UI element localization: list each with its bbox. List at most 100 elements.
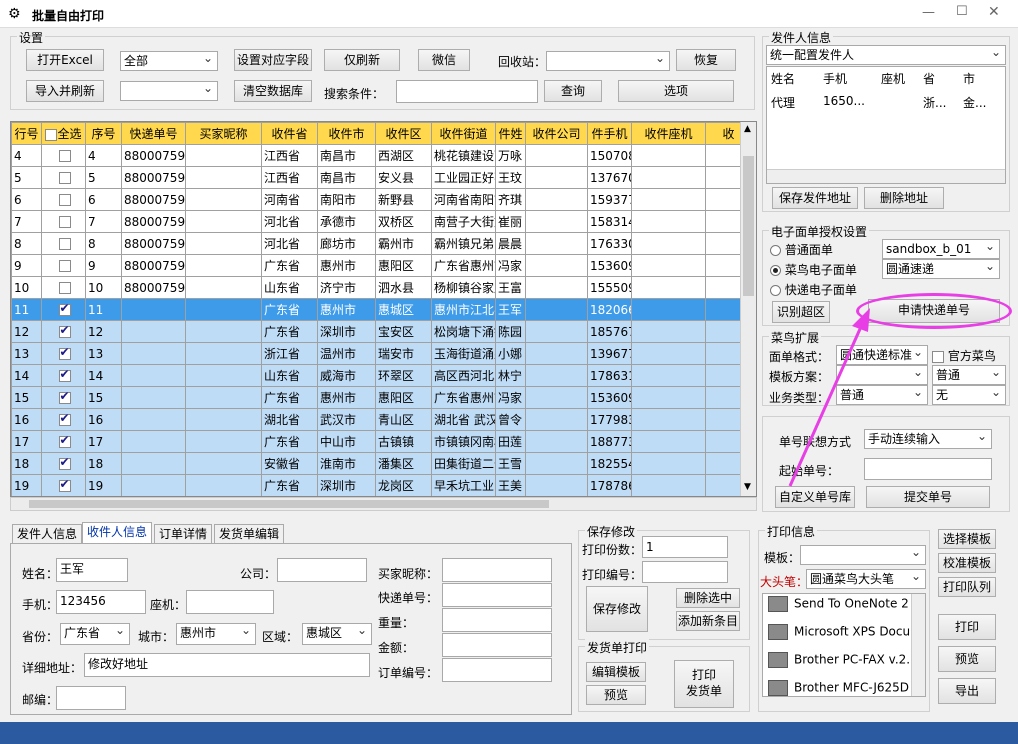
- table-cell[interactable]: [631, 144, 706, 167]
- table-cell[interactable]: [525, 430, 588, 453]
- table-cell[interactable]: 8: [85, 232, 122, 255]
- phone-input[interactable]: 123456: [56, 590, 146, 614]
- table-cell[interactable]: 4: [85, 144, 122, 167]
- table-cell[interactable]: 山东省: [261, 364, 318, 387]
- table-cell[interactable]: 市镇镇冈南村: [431, 430, 496, 453]
- table-row[interactable]: 12 12 广东省深圳市宝安区松岗塘下涌镒陈园 185767: [11, 320, 752, 343]
- official-cainiao-check[interactable]: 官方菜鸟: [932, 347, 996, 364]
- table-cell[interactable]: 176330: [587, 232, 632, 255]
- table-cell[interactable]: 188773: [587, 430, 632, 453]
- table-cell[interactable]: 中山市: [317, 430, 376, 453]
- table-cell[interactable]: 威海市: [317, 364, 376, 387]
- table-cell[interactable]: [525, 232, 588, 255]
- copies-input[interactable]: 1: [642, 536, 728, 558]
- table-cell[interactable]: 湖北省: [261, 408, 318, 431]
- table-cell[interactable]: [121, 364, 186, 387]
- table-cell[interactable]: [121, 320, 186, 343]
- table-cell[interactable]: 10: [85, 276, 122, 299]
- table-cell[interactable]: 松岗塘下涌镒: [431, 320, 496, 343]
- recycle-select[interactable]: [546, 51, 670, 71]
- table-row[interactable]: 6688000759€河南省南阳市新野县河南省南阳市齐琪159377: [11, 188, 752, 211]
- sender-hscroll[interactable]: [767, 169, 1005, 183]
- table-cell[interactable]: 深圳市: [317, 320, 376, 343]
- column-header[interactable]: 序号: [85, 122, 122, 145]
- table-cell[interactable]: 安徽省: [261, 452, 318, 475]
- table-cell[interactable]: [631, 408, 706, 431]
- column-header[interactable]: 行号: [11, 122, 42, 145]
- table-cell[interactable]: 王富: [495, 276, 526, 299]
- table-cell[interactable]: [185, 386, 262, 409]
- table-cell[interactable]: 廊坊市: [317, 232, 376, 255]
- table-cell[interactable]: 杨柳镇谷家庄: [431, 276, 496, 299]
- table-cell[interactable]: 9: [11, 254, 42, 277]
- wechat-button[interactable]: 微信: [418, 49, 470, 71]
- table-cell[interactable]: [631, 320, 706, 343]
- row-checkbox-cell[interactable]: [41, 320, 86, 343]
- table-row[interactable]: 1515广东省惠州市惠阳区广东省惠州市冯家153609: [11, 386, 752, 409]
- row-checkbox[interactable]: [58, 238, 71, 250]
- table-cell[interactable]: [631, 386, 706, 409]
- table-cell[interactable]: [631, 430, 706, 453]
- row-checkbox[interactable]: [58, 216, 71, 228]
- big-pen-select[interactable]: 圆通菜鸟大头笔: [806, 569, 926, 589]
- printer-item[interactable]: Brother MFC-J625D: [768, 680, 910, 696]
- table-cell[interactable]: [185, 364, 262, 387]
- save-mod-button[interactable]: 保存修改: [586, 586, 648, 632]
- sender-select[interactable]: 统一配置发件人: [766, 45, 1006, 65]
- table-cell[interactable]: [631, 254, 706, 277]
- table-cell[interactable]: 环翠区: [375, 364, 432, 387]
- table-row[interactable]: 11 11 广东省惠州市惠城区惠州市江北农王军 182066: [11, 298, 752, 321]
- table-cell[interactable]: 7: [85, 210, 122, 233]
- table-cell[interactable]: 5: [85, 166, 122, 189]
- import-refresh-button[interactable]: 导入并刷新: [26, 80, 104, 102]
- amount-input[interactable]: [442, 633, 552, 657]
- table-cell[interactable]: 桃花镇建设西: [431, 144, 496, 167]
- table-cell[interactable]: 工业园正好不: [431, 166, 496, 189]
- row-checkbox[interactable]: [58, 194, 71, 206]
- prov-select[interactable]: 广东省: [60, 623, 130, 645]
- table-row[interactable]: 14 14 山东省威海市环翠区高区西河北31林宁 178631: [11, 364, 752, 387]
- table-cell[interactable]: [121, 430, 186, 453]
- table-cell[interactable]: 12: [11, 320, 42, 343]
- table-cell[interactable]: 159377: [587, 188, 632, 211]
- table-cell[interactable]: 17: [11, 430, 42, 453]
- table-cell[interactable]: 11: [85, 298, 122, 321]
- table-cell[interactable]: 8: [11, 232, 42, 255]
- row-checkbox[interactable]: [58, 455, 71, 470]
- tab-recipient[interactable]: 收件人信息: [82, 522, 153, 544]
- biz2-select[interactable]: 无: [932, 385, 1006, 405]
- tpl-select[interactable]: [800, 545, 926, 565]
- table-cell[interactable]: 古镇镇: [375, 430, 432, 453]
- table-cell[interactable]: 冯家: [495, 386, 526, 409]
- preview-button[interactable]: 预览: [938, 646, 996, 672]
- table-cell[interactable]: [121, 474, 186, 496]
- table-cell[interactable]: 小娜: [495, 342, 526, 365]
- row-checkbox[interactable]: [58, 477, 71, 492]
- table-cell[interactable]: 广东省惠州市: [431, 254, 496, 277]
- table-cell[interactable]: 18: [11, 452, 42, 475]
- table-cell[interactable]: 惠城区: [375, 298, 432, 321]
- table-cell[interactable]: [525, 364, 588, 387]
- column-header[interactable]: 收件街道: [431, 122, 496, 145]
- radio-cainiao-dot[interactable]: [770, 265, 781, 276]
- select-all-checkbox[interactable]: [45, 128, 58, 141]
- table-cell[interactable]: 17: [85, 430, 122, 453]
- select-all-header[interactable]: 全选: [41, 122, 86, 145]
- table-cell[interactable]: 玉海街道涌泉: [431, 342, 496, 365]
- table-cell[interactable]: [185, 144, 262, 167]
- radio-express[interactable]: 快递电子面单: [770, 281, 857, 298]
- table-cell[interactable]: [185, 298, 262, 321]
- company-input[interactable]: [277, 558, 367, 582]
- grid-vscrollbar[interactable]: ▲ ▼: [740, 122, 756, 496]
- row-checkbox-cell[interactable]: [41, 430, 86, 453]
- name-input[interactable]: 王军: [56, 558, 128, 582]
- table-cell[interactable]: 双桥区: [375, 210, 432, 233]
- table-cell[interactable]: 14: [85, 364, 122, 387]
- table-cell[interactable]: [121, 408, 186, 431]
- export-button[interactable]: 导出: [938, 678, 996, 704]
- table-row[interactable]: 13 13 浙江省温州市瑞安市玉海街道涌泉小娜 139677: [11, 342, 752, 365]
- table-cell[interactable]: 高区西河北31: [431, 364, 496, 387]
- row-checkbox-cell[interactable]: [41, 298, 86, 321]
- table-cell[interactable]: 4: [11, 144, 42, 167]
- table-cell[interactable]: 广东省: [261, 386, 318, 409]
